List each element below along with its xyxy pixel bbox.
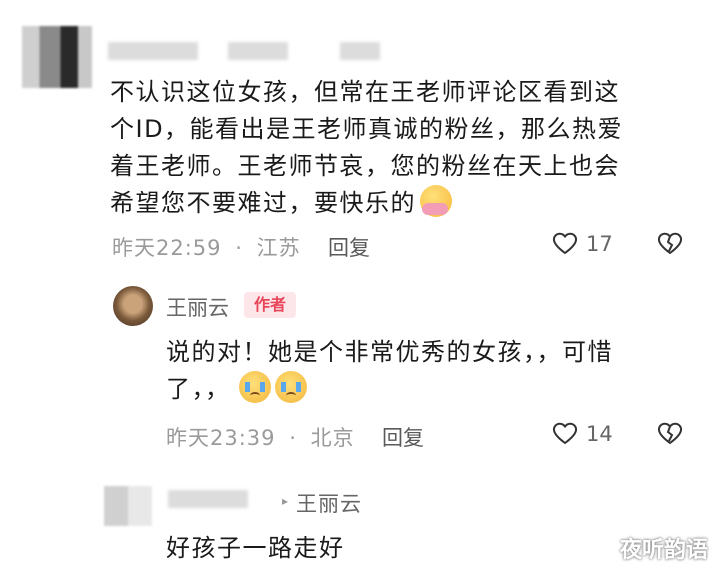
reply-time: 昨天23:39 [166,426,276,450]
like-count: 17 [586,232,613,256]
comment-line: 个ID，能看出是王老师真诚的粉丝，那么热爱 [110,115,624,143]
dislike-broken-heart-icon[interactable] [657,421,683,445]
reply-text: 说的对！她是个非常优秀的女孩，，可惜 了，， [166,334,696,408]
like-heart-icon[interactable] [552,421,578,445]
hug-emoji-icon [420,185,452,217]
watermark: 夜听韵语 [619,538,708,563]
reply-arrow-icon: ▸ [282,494,289,508]
dislike-broken-heart-icon[interactable] [657,231,683,255]
like-heart-icon[interactable] [552,231,578,255]
reply-button[interactable]: 回复 [328,232,370,262]
comment-line-text: 希望您不要难过，要快乐的 [110,189,416,217]
username-blurred [228,42,288,60]
reply-line: 了，， [166,371,696,408]
avatar[interactable] [22,26,92,88]
reply-button[interactable]: 回复 [382,422,424,452]
username-blurred [340,42,380,60]
author-avatar[interactable] [113,286,153,326]
reply-line: 说的对！她是个非常优秀的女孩，，可惜 [166,338,613,366]
reply-location: 北京 [310,426,355,450]
username-blurred[interactable] [168,490,248,508]
username-blurred[interactable] [108,42,198,60]
comment-line: 着王老师。王老师节哀，您的粉丝在天上也会 [110,152,620,180]
comment-location: 江苏 [256,236,301,260]
reply-meta: 昨天23:39 · 北京 [166,426,355,450]
avatar[interactable] [104,486,152,526]
reply-to-name[interactable]: 王丽云 [296,488,362,518]
comment-line: 希望您不要难过，要快乐的 [110,185,700,222]
comment-time: 昨天22:59 [112,236,222,260]
author-badge: 作者 [244,292,296,318]
crying-face-icon [274,371,307,403]
like-count: 14 [586,422,613,446]
reply-line-text: 了，， [166,375,231,403]
comment-text: 不认识这位女孩，但常在王老师评论区看到这 个ID，能看出是王老师真诚的粉丝，那么… [110,74,700,222]
author-name[interactable]: 王丽云 [166,292,229,322]
crying-face-icon [238,371,271,403]
comment-line: 不认识这位女孩，但常在王老师评论区看到这 [110,78,620,106]
reply-text: 好孩子一路走好 [166,534,345,562]
comment-meta: 昨天22:59 · 江苏 [112,236,301,260]
